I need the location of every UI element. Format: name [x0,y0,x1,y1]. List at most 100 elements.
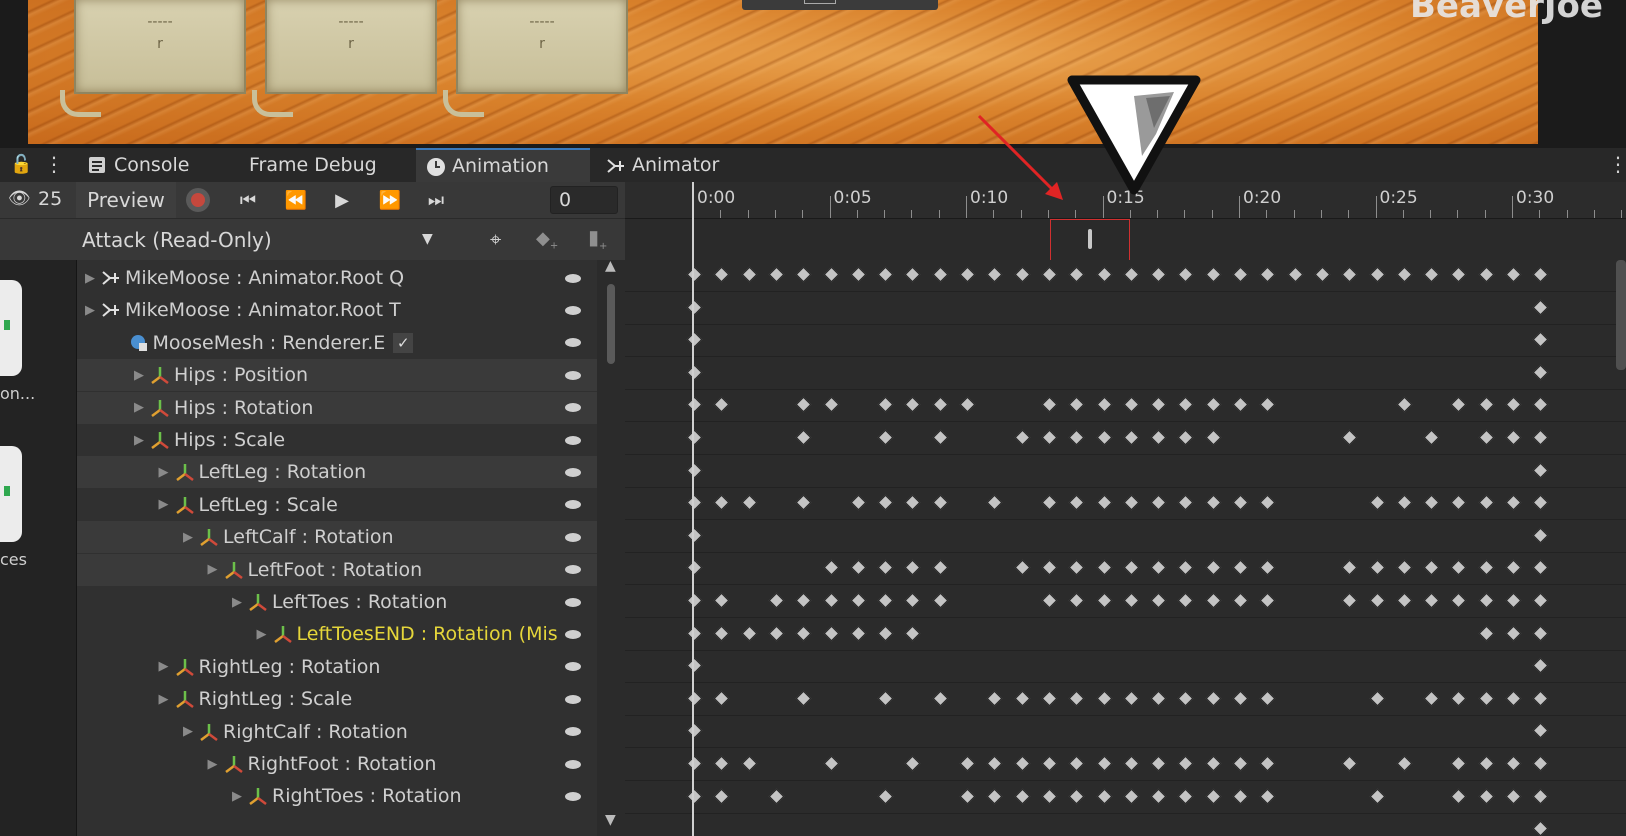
keyframe-diamond[interactable] [932,266,948,283]
keyframe-diamond[interactable] [714,397,730,413]
property-row[interactable]: ▶ RightFoot : Rotation [77,748,597,780]
keyframe-diamond[interactable] [1369,494,1385,511]
keyframe-diamond[interactable] [1533,788,1549,804]
keyframe-diamond[interactable] [686,723,703,739]
visibility-eye-icon[interactable] [565,694,581,704]
keyframe-diamond[interactable] [932,592,948,609]
keyframe-diamond[interactable] [850,494,867,511]
visibility-eye-icon[interactable] [565,403,581,413]
kebab-menu-icon[interactable]: ⋮ [44,152,64,176]
tab-animator[interactable]: Animator [606,148,756,182]
keyframe-diamond[interactable] [1505,690,1522,707]
expand-triangle-icon[interactable]: ▶ [232,789,242,804]
keyframe-diamond[interactable] [1205,266,1221,283]
keyframe-diamond[interactable] [1041,266,1058,283]
keyframe-diamond[interactable] [1096,755,1112,772]
expand-triangle-icon[interactable]: ▶ [208,757,218,772]
crosshair-icon[interactable]: ⌖ [490,227,501,251]
keyframe-diamond[interactable] [686,625,703,641]
keyframe-diamond[interactable] [1068,690,1085,707]
first-keyframe-button[interactable]: ⏮ [232,186,264,214]
keyframe-diamond[interactable] [714,266,730,283]
expand-triangle-icon[interactable]: ▶ [159,465,169,480]
keyframe-diamond[interactable] [686,266,703,283]
keyframe-diamond[interactable] [1041,560,1058,576]
keyframe-diamond[interactable] [1096,397,1112,413]
visibility-eye-icon[interactable] [565,338,581,348]
keyframe-diamond[interactable] [1068,494,1085,511]
hierarchy-scrollbar[interactable]: ▲ ▼ [597,258,625,836]
keyframe-diamond[interactable] [1068,560,1085,576]
keyframe-diamond[interactable] [1014,788,1030,804]
keyframe-diamond[interactable] [1041,788,1058,804]
keyframe-diamond[interactable] [1260,755,1276,772]
keyframe-diamond[interactable] [1123,690,1140,707]
keyframe-diamond[interactable] [686,657,703,674]
keyframe-diamond[interactable] [1178,266,1194,283]
keyframe-diamond[interactable] [1150,788,1167,804]
keyframe-diamond[interactable] [959,755,976,772]
keyframe-diamond[interactable] [932,429,948,446]
keyframe-diamond[interactable] [686,527,703,544]
keyframe-diamond[interactable] [741,625,757,641]
keyframe-diamond[interactable] [1260,560,1276,576]
visibility-eye-icon[interactable] [565,532,581,542]
keyframe-diamond[interactable] [1205,592,1221,609]
playhead-line[interactable] [692,182,694,836]
keyframe-diamond[interactable] [905,755,921,772]
keyframe-diamond[interactable] [1150,429,1167,446]
property-row[interactable]: ▶ LeftCalf : Rotation [77,521,597,554]
keyframe-diamond[interactable] [905,397,921,413]
keyframe-diamond[interactable] [1096,788,1112,804]
keyframe-diamond[interactable] [768,788,785,804]
keyframe-diamond[interactable] [1451,266,1467,283]
asset-thumbnail-2[interactable] [0,446,22,542]
keyframe-diamond[interactable] [823,625,839,641]
keyframe-diamond[interactable] [795,266,812,283]
keyframe-diamond[interactable] [1232,690,1249,707]
keyframe-diamond[interactable] [1014,755,1030,772]
keyframe-diamond[interactable] [1478,560,1494,576]
keyframe-diamond[interactable] [877,690,894,707]
keyframe-diamond[interactable] [987,690,1003,707]
keyframe-diamond[interactable] [1041,429,1058,446]
keyframe-diamond[interactable] [959,788,976,804]
property-row[interactable]: ▶ RightLeg : Rotation [77,651,597,683]
keyframe-diamond[interactable] [1068,788,1085,804]
keyframe-diamond[interactable] [1123,788,1140,804]
keyframe-diamond[interactable] [714,592,730,609]
expand-triangle-icon[interactable]: ▶ [232,595,242,610]
keyframe-diamond[interactable] [1505,755,1522,772]
keyframe-diamond[interactable] [1014,266,1030,283]
visibility-eye-icon[interactable] [565,273,581,283]
keyframe-diamond[interactable] [1150,266,1167,283]
expand-triangle-icon[interactable]: ▶ [159,659,169,674]
keyframe-diamond[interactable] [1096,429,1112,446]
keyframe-diamond[interactable] [1150,592,1167,609]
keyframe-diamond[interactable] [1041,755,1058,772]
keyframe-diamond[interactable] [1423,560,1440,576]
keyframe-diamond[interactable] [1232,494,1249,511]
keyframe-diamond[interactable] [1505,560,1522,576]
property-row[interactable]: ▶ LeftToesEND : Rotation (Mis [77,618,597,650]
keyframe-diamond[interactable] [1260,397,1276,413]
keyframe-diamond[interactable] [1014,429,1030,446]
keyframe-diamond[interactable] [1423,266,1440,283]
property-row[interactable]: ▶ LeftLeg : Rotation [77,456,597,489]
keyframe-diamond[interactable] [1451,592,1467,609]
keyframe-diamond[interactable] [1068,755,1085,772]
keyframe-diamond[interactable] [686,592,703,609]
keyframe-diamond[interactable] [1205,755,1221,772]
keyframe-diamond[interactable] [1178,690,1194,707]
next-keyframe-button[interactable]: ⏩ [374,186,406,214]
keyframe-diamond[interactable] [1205,690,1221,707]
property-hierarchy[interactable]: ▶ MikeMoose : Animator.Root Q ▶ MikeMoose :… [77,260,597,836]
keyframe-diamond[interactable] [1533,331,1549,348]
keyframe-diamond[interactable] [1123,397,1140,413]
checkbox[interactable]: ✓ [393,332,414,353]
expand-triangle-icon[interactable]: ▶ [134,368,144,383]
expand-triangle-icon[interactable]: ▶ [257,627,267,642]
keyframe-diamond[interactable] [714,625,730,641]
keyframe-diamond[interactable] [1505,266,1522,283]
keyframe-diamond[interactable] [1150,397,1167,413]
